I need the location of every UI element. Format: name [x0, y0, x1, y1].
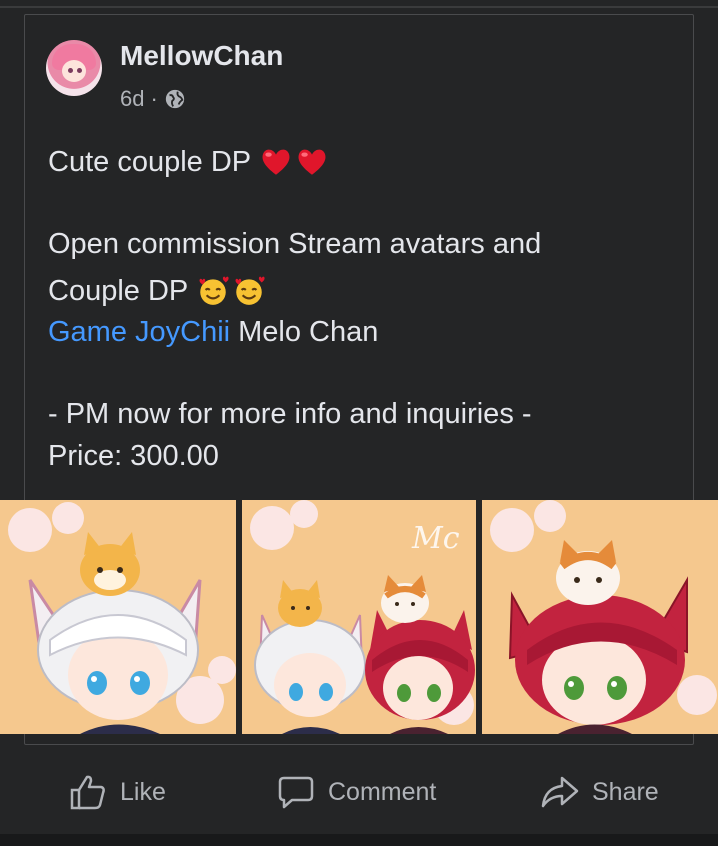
- tag-name: Melo Chan: [238, 316, 379, 348]
- top-divider: [0, 6, 718, 8]
- globe-icon: [165, 89, 184, 109]
- comment-icon: [278, 776, 314, 809]
- thumbs-up-icon: [70, 775, 105, 810]
- post-meta: 6d ·: [120, 86, 186, 112]
- smiling-face-with-hearts-icon: [199, 276, 229, 305]
- meta-separator: ·: [150, 86, 158, 111]
- share-arrow-icon: [541, 776, 579, 808]
- smiling-face-with-hearts-icon: [235, 276, 265, 305]
- bottom-divider: [0, 834, 718, 846]
- post-text-line-6: Price: 300.00: [48, 440, 219, 472]
- share-label: Share: [592, 777, 659, 806]
- post-text-line-4: Game JoyChii Melo Chan: [48, 316, 378, 349]
- heart-emoji-icon: [262, 149, 290, 175]
- photo-2[interactable]: Mc: [242, 500, 476, 734]
- like-button[interactable]: Like: [68, 760, 166, 824]
- heart-emoji-icon: [298, 149, 326, 175]
- post-actions-bar: Like Comment Share: [0, 760, 718, 824]
- photo-gallery: Mc: [0, 500, 718, 734]
- photo-1[interactable]: [0, 500, 236, 734]
- post-text-line-5: - PM now for more info and inquiries -: [48, 398, 532, 430]
- author-avatar[interactable]: [46, 40, 102, 96]
- photo-3[interactable]: [482, 500, 718, 734]
- share-button[interactable]: Share: [540, 760, 659, 824]
- post-text-line-3: Couple DP: [48, 274, 266, 308]
- post-text-line-1: Cute couple DP: [48, 145, 329, 179]
- watermark: Mc: [411, 521, 460, 556]
- comment-label: Comment: [328, 777, 437, 806]
- post-time[interactable]: 6d: [120, 86, 144, 112]
- author-name[interactable]: MellowChan: [120, 40, 283, 72]
- tag-link[interactable]: Game JoyChii: [48, 316, 230, 349]
- post-text-line-2: Open commission Stream avatars and: [48, 228, 542, 260]
- like-label: Like: [120, 777, 166, 806]
- comment-button[interactable]: Comment: [276, 760, 436, 824]
